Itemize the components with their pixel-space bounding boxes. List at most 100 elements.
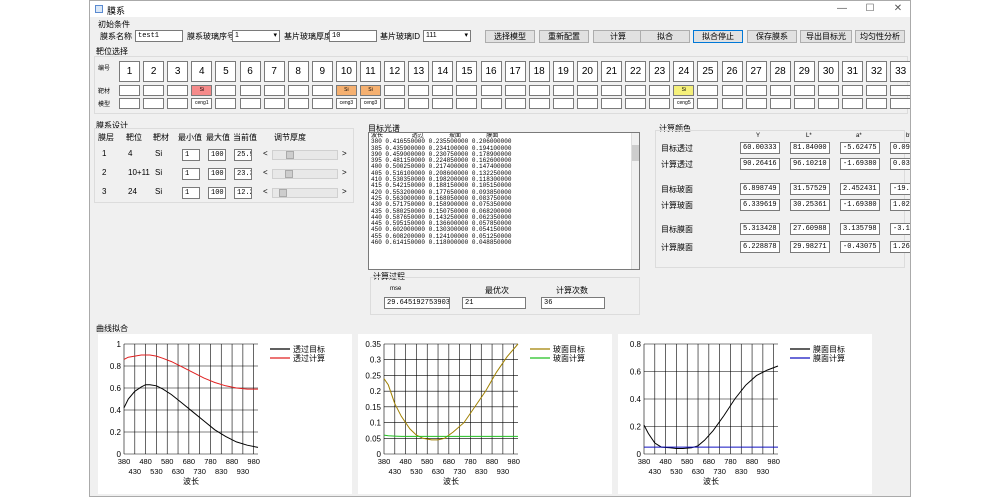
target-num-32[interactable]: 32 [866, 61, 888, 82]
layer-max-input[interactable]: 100 [208, 168, 226, 180]
spectrum-scrollbar[interactable] [631, 133, 639, 269]
target-model-16[interactable] [480, 98, 502, 109]
target-material-1[interactable] [119, 85, 140, 96]
thickness-input[interactable]: 10 [329, 30, 377, 42]
target-model-30[interactable] [817, 98, 839, 109]
scroll-thumb[interactable] [632, 145, 639, 161]
target-material-6[interactable] [239, 85, 261, 96]
target-model-26[interactable] [721, 98, 743, 109]
layer-max-input[interactable]: 100 [208, 149, 226, 161]
target-num-13[interactable]: 13 [408, 61, 430, 82]
target-material-16[interactable] [480, 85, 502, 96]
target-num-29[interactable]: 29 [793, 61, 815, 82]
target-model-19[interactable] [552, 98, 574, 109]
slider-thumb[interactable] [278, 189, 287, 197]
thickness-slider[interactable] [272, 188, 338, 198]
target-num-10[interactable]: 10 [335, 61, 357, 82]
target-model-14[interactable] [432, 98, 454, 109]
mse-value[interactable]: 29.6451927539033 [384, 297, 450, 309]
layer-min-input[interactable]: 1 [182, 168, 200, 180]
select-model-button[interactable]: 选择模型 [485, 30, 535, 43]
layer-current-input[interactable]: 25.9 [234, 149, 252, 161]
target-num-1[interactable]: 1 [119, 61, 140, 82]
color-value-field[interactable]: 31.57529 [790, 183, 830, 195]
target-num-24[interactable]: 24 [673, 61, 695, 82]
target-material-17[interactable] [504, 85, 526, 96]
target-num-18[interactable]: 18 [528, 61, 550, 82]
target-num-3[interactable]: 3 [167, 61, 189, 82]
color-value-field[interactable]: 81.84000 [790, 142, 830, 154]
target-num-6[interactable]: 6 [239, 61, 261, 82]
spectrum-line[interactable]: 460 0.614150000 0.118000000 0.048850000 [371, 239, 639, 246]
color-value-field[interactable]: -0.43075 [840, 241, 880, 253]
target-num-23[interactable]: 23 [649, 61, 671, 82]
target-num-16[interactable]: 16 [480, 61, 502, 82]
target-material-33[interactable] [890, 85, 910, 96]
target-model-21[interactable] [601, 98, 622, 109]
target-material-29[interactable] [793, 85, 815, 96]
target-model-12[interactable] [384, 98, 406, 109]
slider-right-arrow[interactable]: > [342, 149, 347, 158]
target-model-29[interactable] [793, 98, 815, 109]
target-material-19[interactable] [552, 85, 574, 96]
maximize-button[interactable]: ☐ [856, 1, 884, 17]
target-model-24[interactable]: ceng5 [673, 98, 695, 109]
target-model-20[interactable] [576, 98, 598, 109]
target-material-13[interactable] [408, 85, 430, 96]
target-model-8[interactable] [287, 98, 309, 109]
color-value-field[interactable]: 3.135798 [840, 223, 880, 235]
target-material-32[interactable] [866, 85, 888, 96]
target-num-26[interactable]: 26 [721, 61, 743, 82]
target-model-22[interactable] [625, 98, 647, 109]
target-model-23[interactable] [649, 98, 671, 109]
target-model-15[interactable] [456, 98, 478, 109]
spectrum-list[interactable]: 波长 透过 玻面 膜面 380 0.416550000 0.235500000 … [368, 132, 640, 270]
glass-idx-select[interactable]: 1 ▾ [232, 30, 280, 42]
target-num-2[interactable]: 2 [143, 61, 165, 82]
target-num-14[interactable]: 14 [432, 61, 454, 82]
export-target-button[interactable]: 导出目标光 [800, 30, 852, 43]
best-value[interactable]: 21 [462, 297, 526, 309]
target-material-12[interactable] [384, 85, 406, 96]
target-num-17[interactable]: 17 [504, 61, 526, 82]
target-material-30[interactable] [817, 85, 839, 96]
target-material-21[interactable] [601, 85, 622, 96]
color-value-field[interactable]: 90.26416 [740, 158, 780, 170]
thickness-slider[interactable] [272, 150, 338, 160]
fit-stop-button[interactable]: 拟合停止 [693, 30, 743, 43]
target-material-26[interactable] [721, 85, 743, 96]
target-material-15[interactable] [456, 85, 478, 96]
color-value-field[interactable]: 96.10210 [790, 158, 830, 170]
target-num-20[interactable]: 20 [576, 61, 598, 82]
slider-thumb[interactable] [285, 151, 294, 159]
target-model-33[interactable] [890, 98, 910, 109]
target-material-4[interactable]: Si [191, 85, 213, 96]
target-model-5[interactable] [215, 98, 237, 109]
target-model-27[interactable] [745, 98, 767, 109]
slider-right-arrow[interactable]: > [342, 187, 347, 196]
target-material-31[interactable] [842, 85, 863, 96]
target-num-25[interactable]: 25 [697, 61, 719, 82]
color-value-field[interactable]: 30.25361 [790, 199, 830, 211]
color-value-field[interactable]: -1.69380 [840, 199, 880, 211]
target-model-1[interactable] [119, 98, 140, 109]
target-model-18[interactable] [528, 98, 550, 109]
save-film-button[interactable]: 保存膜系 [747, 30, 797, 43]
color-value-field[interactable]: 6.339619 [740, 199, 780, 211]
color-value-field[interactable]: 6.228878 [740, 241, 780, 253]
color-value-field[interactable]: 6.898749 [740, 183, 780, 195]
target-material-8[interactable] [287, 85, 309, 96]
target-model-25[interactable] [697, 98, 719, 109]
color-value-field[interactable]: 29.98271 [790, 241, 830, 253]
target-num-8[interactable]: 8 [287, 61, 309, 82]
target-model-17[interactable] [504, 98, 526, 109]
target-material-5[interactable] [215, 85, 237, 96]
target-material-20[interactable] [576, 85, 598, 96]
target-model-9[interactable] [311, 98, 333, 109]
calculate-button[interactable]: 计算 [593, 30, 643, 43]
target-material-10[interactable]: Si [335, 85, 357, 96]
target-material-24[interactable]: Si [673, 85, 695, 96]
target-num-28[interactable]: 28 [769, 61, 791, 82]
color-value-field[interactable]: 27.60988 [790, 223, 830, 235]
slider-thumb[interactable] [284, 170, 293, 178]
